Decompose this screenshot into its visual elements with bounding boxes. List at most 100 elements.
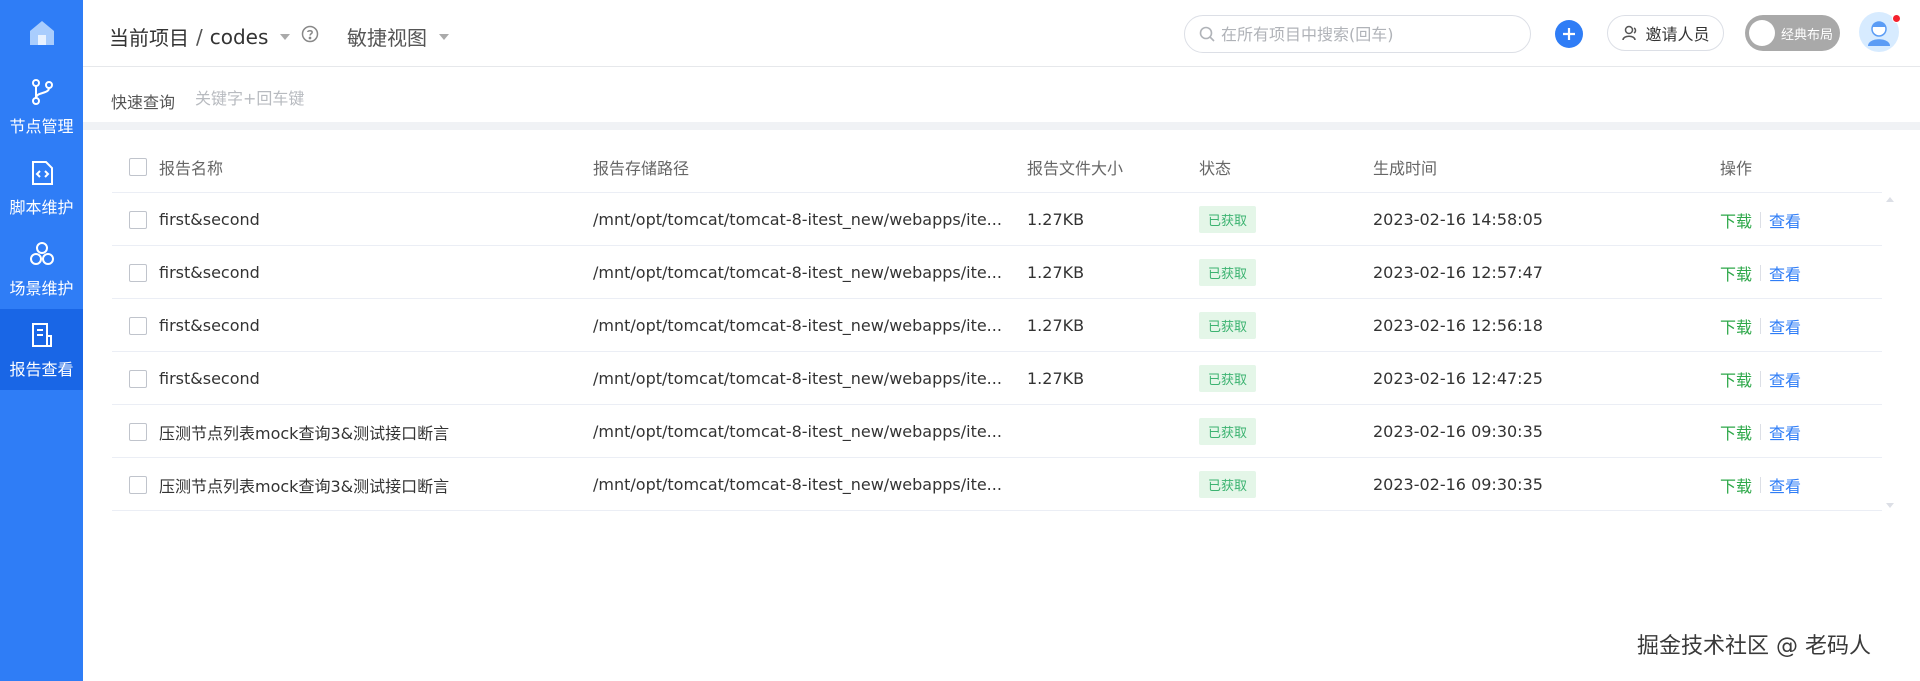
toggle-knob [1749, 20, 1775, 46]
status-badge: 已获取 [1199, 471, 1257, 498]
layout-toggle[interactable]: 经典布局 [1745, 15, 1840, 51]
invite-button[interactable]: 邀请人员 [1607, 15, 1724, 51]
table-row: 压测节点列表mock查询3&测试接口断言 /mnt/opt/tomcat/tom… [112, 405, 1882, 458]
status-badge: 已获取 [1199, 365, 1257, 392]
report-name: first&second [159, 263, 260, 282]
watermark: 掘金技术社区 @ 老码人 [1637, 634, 1871, 659]
project-selector[interactable]: 当前项目 / codes [109, 22, 291, 51]
quick-search-bar: 快速查询 [83, 67, 1920, 130]
report-time: 2023-02-16 12:57:47 [1373, 263, 1543, 282]
project-name: codes [209, 24, 269, 49]
download-link[interactable]: 下载 [1720, 314, 1752, 338]
divider [1760, 423, 1762, 440]
user-icon [1622, 25, 1637, 41]
view-link[interactable]: 查看 [1769, 314, 1801, 338]
status-badge: 已获取 [1199, 259, 1257, 286]
user-avatar-icon [1868, 21, 1890, 46]
sidebar-item-script-maintenance[interactable]: 脚本维护 [0, 147, 83, 228]
help-icon[interactable] [301, 25, 319, 47]
divider [1760, 476, 1762, 493]
report-size: 1.27KB [1027, 263, 1085, 282]
report-time: 2023-02-16 12:47:25 [1373, 369, 1543, 388]
scroll-down-arrow[interactable] [1886, 503, 1894, 508]
cluster-icon [27, 239, 57, 269]
view-label: 敏捷视图 [347, 26, 427, 50]
project-label: 当前项目 [109, 26, 189, 50]
report-table: 报告名称 报告存储路径 报告文件大小 状态 生成时间 操作 first&seco… [112, 140, 1882, 511]
status-badge: 已获取 [1199, 206, 1257, 233]
view-link[interactable]: 查看 [1769, 261, 1801, 285]
table-row: 压测节点列表mock查询3&测试接口断言 /mnt/opt/tomcat/tom… [112, 458, 1882, 511]
code-file-icon [27, 158, 57, 188]
view-link[interactable]: 查看 [1769, 420, 1801, 444]
sidebar-item-label: 脚本维护 [9, 197, 74, 217]
report-time: 2023-02-16 14:58:05 [1373, 210, 1543, 229]
report-name: first&second [159, 210, 260, 229]
divider [1760, 211, 1762, 228]
view-link[interactable]: 查看 [1769, 208, 1801, 232]
sidebar-item-node-management[interactable]: 节点管理 [0, 66, 83, 147]
sidebar-item-report-view[interactable]: 报告查看 [0, 309, 83, 390]
home-logo[interactable] [0, 0, 83, 66]
view-link[interactable]: 查看 [1769, 367, 1801, 391]
sidebar-item-label: 场景维护 [9, 278, 74, 298]
search-icon [1199, 26, 1215, 42]
row-checkbox[interactable] [129, 369, 147, 388]
search-input[interactable] [1221, 24, 1521, 44]
sidebar: 节点管理 脚本维护 场景维护 报告查看 [0, 0, 83, 681]
table-row: first&second /mnt/opt/tomcat/tomcat-8-it… [112, 246, 1882, 299]
row-checkbox[interactable] [129, 210, 147, 229]
add-button[interactable] [1555, 20, 1583, 48]
column-header-time: 生成时间 [1373, 158, 1438, 178]
report-icon [27, 320, 57, 350]
row-checkbox[interactable] [129, 316, 147, 335]
view-selector[interactable]: 敏捷视图 [347, 22, 449, 51]
status-badge: 已获取 [1199, 418, 1257, 445]
avatar[interactable] [1859, 12, 1901, 52]
branch-icon [27, 77, 57, 107]
top-header: 当前项目 / codes 敏捷视图 邀请人员 经典布局 [83, 0, 1920, 67]
download-link[interactable]: 下载 [1720, 420, 1752, 444]
download-link[interactable]: 下载 [1720, 208, 1752, 232]
view-link[interactable]: 查看 [1769, 473, 1801, 497]
table-row: first&second /mnt/opt/tomcat/tomcat-8-it… [112, 299, 1882, 352]
row-checkbox[interactable] [129, 475, 147, 494]
sidebar-item-label: 报告查看 [9, 359, 74, 379]
report-size: 1.27KB [1027, 316, 1085, 335]
notification-dot [1892, 14, 1901, 23]
column-header-size: 报告文件大小 [1027, 158, 1124, 178]
table-row: first&second /mnt/opt/tomcat/tomcat-8-it… [112, 193, 1882, 246]
report-time: 2023-02-16 12:56:18 [1373, 316, 1543, 335]
status-badge: 已获取 [1199, 312, 1257, 339]
table-header: 报告名称 报告存储路径 报告文件大小 状态 生成时间 操作 [112, 140, 1882, 193]
quick-search-label: 快速查询 [111, 93, 176, 112]
download-link[interactable]: 下载 [1720, 367, 1752, 391]
report-name: 压测节点列表mock查询3&测试接口断言 [159, 423, 450, 443]
download-link[interactable]: 下载 [1720, 473, 1752, 497]
sidebar-item-label: 节点管理 [9, 116, 74, 136]
report-size [1027, 405, 1147, 458]
column-header-status: 状态 [1199, 158, 1232, 178]
report-size: 1.27KB [1027, 210, 1085, 229]
sidebar-item-scene-maintenance[interactable]: 场景维护 [0, 228, 83, 309]
report-name: 压测节点列表mock查询3&测试接口断言 [159, 476, 450, 496]
report-name: first&second [159, 316, 260, 335]
invite-label: 邀请人员 [1645, 25, 1710, 44]
row-checkbox[interactable] [129, 263, 147, 282]
report-size: 1.27KB [1027, 369, 1085, 388]
download-link[interactable]: 下载 [1720, 261, 1752, 285]
report-time: 2023-02-16 09:30:35 [1373, 422, 1543, 441]
global-search[interactable] [1184, 15, 1531, 53]
plus-icon [1563, 28, 1575, 40]
project-separator: / [196, 24, 203, 49]
divider [1760, 264, 1762, 281]
row-checkbox[interactable] [129, 422, 147, 441]
select-all-checkbox[interactable] [129, 157, 147, 176]
layout-toggle-label: 经典布局 [1781, 27, 1834, 43]
column-header-name: 报告名称 [159, 158, 224, 178]
report-size [1027, 458, 1147, 511]
home-icon [29, 21, 54, 45]
quick-search-input[interactable] [195, 84, 435, 112]
chevron-down-icon [280, 33, 291, 40]
scroll-up-arrow[interactable] [1886, 197, 1894, 202]
